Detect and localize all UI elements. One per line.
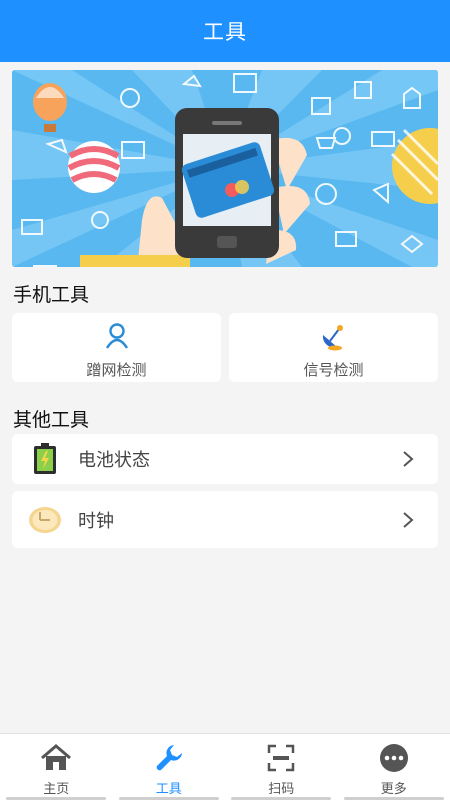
tab-home[interactable]: 主页 bbox=[0, 734, 113, 800]
striped-ball-icon bbox=[67, 141, 121, 193]
signal-detect-card[interactable]: 信号检测 bbox=[229, 313, 438, 382]
satellite-dish-icon bbox=[317, 319, 351, 353]
wifi-leech-detect-card[interactable]: 蹭网检测 bbox=[12, 313, 221, 382]
chevron-right-icon bbox=[398, 510, 418, 530]
user-outline-icon bbox=[100, 319, 134, 353]
tab-tools-label: 工具 bbox=[155, 782, 182, 797]
battery-charging-icon bbox=[28, 442, 62, 476]
tab-more[interactable]: 更多 bbox=[338, 734, 450, 800]
app-header: 工具 bbox=[0, 0, 450, 62]
tab-tools[interactable]: 工具 bbox=[113, 734, 226, 800]
section-title-phone-tools: 手机工具 bbox=[13, 284, 90, 306]
tab-scan[interactable]: 扫码 bbox=[225, 734, 338, 800]
more-icon bbox=[377, 743, 411, 773]
battery-status-row[interactable]: 电池状态 bbox=[12, 434, 438, 484]
wifi-leech-detect-label: 蹭网检测 bbox=[86, 361, 147, 379]
clock-label: 时钟 bbox=[78, 510, 114, 532]
clock-icon bbox=[28, 503, 62, 537]
home-icon bbox=[39, 743, 73, 773]
tab-home-label: 主页 bbox=[43, 782, 70, 797]
tab-scan-label: 扫码 bbox=[268, 782, 295, 797]
banner-illustration bbox=[12, 70, 438, 267]
section-title-other-tools: 其他工具 bbox=[13, 409, 90, 431]
phone-illustration bbox=[175, 108, 279, 258]
bottom-tab-bar: 主页 工具 扫码 更多 bbox=[0, 733, 450, 800]
signal-detect-label: 信号检测 bbox=[303, 361, 364, 379]
page-title: 工具 bbox=[203, 20, 247, 44]
battery-status-label: 电池状态 bbox=[78, 450, 150, 471]
promo-banner[interactable] bbox=[12, 70, 438, 267]
clock-row[interactable]: 时钟 bbox=[12, 491, 438, 548]
chevron-right-icon bbox=[398, 449, 418, 469]
wrench-icon bbox=[152, 743, 186, 773]
tab-more-label: 更多 bbox=[380, 782, 407, 797]
scan-icon bbox=[264, 743, 298, 773]
